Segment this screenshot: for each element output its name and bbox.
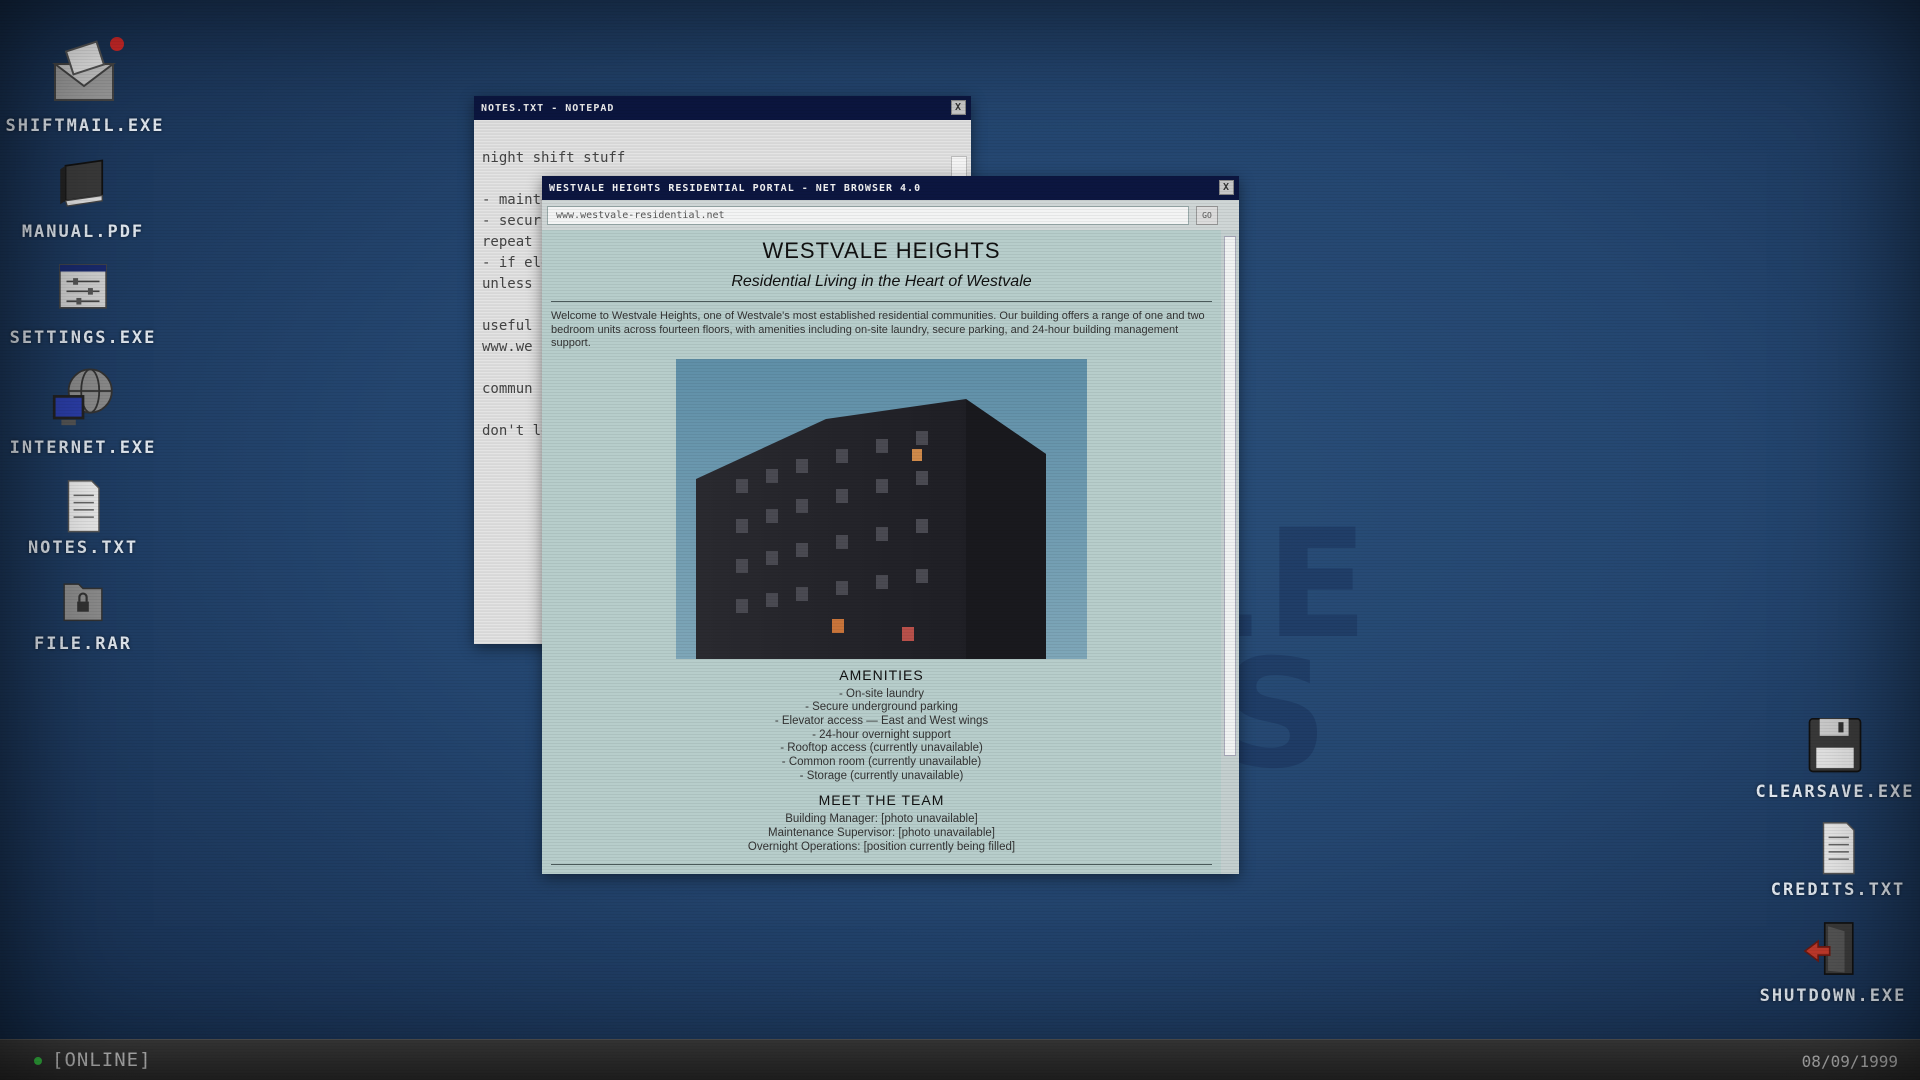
notepad-title: NOTES.TXT - NOTEPAD [481, 102, 615, 114]
divider [551, 863, 1212, 865]
list-item: - Storage (currently unavailable) [799, 769, 964, 782]
desktop-icon-label: CLEARSAVE.EXE [1755, 782, 1915, 802]
browser-close-button[interactable]: X [1219, 180, 1234, 195]
building-photo [676, 358, 1087, 659]
notepad-line: night shift stuff [482, 150, 626, 166]
notification-dot [110, 37, 124, 51]
url-input[interactable]: www.westvale-residential.net [547, 206, 1189, 225]
browser-scrollbar[interactable] [1221, 230, 1239, 874]
divider [551, 301, 1212, 302]
amenities-heading: AMENITIES [839, 666, 924, 683]
intro-paragraph: Welcome to Westvale Heights, one of West… [551, 310, 1205, 349]
desktop-icon-file-rar[interactable]: FILE.RAR [0, 574, 168, 654]
locked-folder-icon [63, 583, 103, 622]
desktop-icon-internet[interactable]: INTERNET.EXE [0, 364, 168, 458]
desktop-icon-label: MANUAL.PDF [21, 222, 145, 242]
site-subtitle: Residential Living in the Heart of Westv… [731, 273, 1032, 290]
desktop-icon-credits[interactable]: CREDITS.TXT [1753, 820, 1920, 900]
list-item: - Rooftop access (currently unavailable) [780, 742, 983, 755]
taskbar: [ONLINE] 08/09/1999 [0, 1039, 1920, 1080]
list-item: Maintenance Supervisor: [photo unavailab… [768, 827, 995, 840]
book-icon [60, 159, 104, 207]
globe-computer-icon [52, 368, 113, 426]
scrollbar-thumb[interactable] [1224, 236, 1236, 756]
desktop-icon-label: FILE.RAR [34, 634, 132, 654]
list-item: - Secure underground parking [805, 701, 958, 714]
connection-status: [ONLINE] [52, 1049, 152, 1071]
mail-icon [52, 37, 124, 101]
team-list: Building Manager: [photo unavailable] Ma… [542, 813, 1221, 854]
document-icon [67, 480, 100, 533]
desktop-icon-label: SHIFTMAIL.EXE [5, 116, 165, 136]
list-item: - Common room (currently unavailable) [781, 756, 982, 769]
amenities-list: - On-site laundry - Secure underground p… [542, 688, 1221, 784]
desktop-icon-shiftmail[interactable]: SHIFTMAIL.EXE [0, 34, 170, 136]
system-date: 08/09/1999 [1801, 1052, 1898, 1071]
notepad-titlebar[interactable]: NOTES.TXT - NOTEPAD X [474, 96, 971, 120]
exit-door-icon [1803, 922, 1854, 975]
browser-title: WESTVALE HEIGHTS RESIDENTIAL PORTAL - NE… [549, 182, 922, 194]
desktop-icon-manual[interactable]: MANUAL.PDF [0, 150, 168, 242]
desktop-icon-label: SHUTDOWN.EXE [1759, 986, 1907, 1006]
desktop-icon-settings[interactable]: SETTINGS.EXE [0, 260, 168, 348]
settings-icon [59, 264, 107, 309]
desktop-icon-notes[interactable]: NOTES.TXT [0, 478, 168, 558]
list-item: - Elevator access — East and West wings [774, 714, 989, 727]
list-item: - 24-hour overnight support [812, 728, 951, 741]
list-item: Building Manager: [photo unavailable] [785, 813, 978, 826]
web-page: WESTVALE HEIGHTS Residential Living in t… [542, 230, 1221, 874]
floppy-icon [1808, 717, 1862, 773]
desktop-icon-label: SETTINGS.EXE [9, 328, 157, 348]
team-heading: MEET THE TEAM [818, 792, 945, 809]
address-bar: www.westvale-residential.net GO [542, 200, 1239, 230]
online-status-dot [34, 1057, 42, 1065]
document-icon [1822, 822, 1855, 875]
desktop-icon-label: NOTES.TXT [27, 538, 139, 558]
desktop-icon-clearsave[interactable]: CLEARSAVE.EXE [1750, 712, 1920, 802]
list-item: - On-site laundry [838, 687, 924, 700]
list-item: Overnight Operations: [position currentl… [747, 840, 1016, 853]
desktop-icon-shutdown[interactable]: SHUTDOWN.EXE [1748, 918, 1918, 1006]
go-button[interactable]: GO [1196, 206, 1218, 225]
browser-window[interactable]: WESTVALE HEIGHTS RESIDENTIAL PORTAL - NE… [542, 176, 1239, 874]
browser-titlebar[interactable]: WESTVALE HEIGHTS RESIDENTIAL PORTAL - NE… [542, 176, 1239, 200]
desktop-icon-label: CREDITS.TXT [1770, 880, 1906, 900]
notepad-close-button[interactable]: X [951, 100, 966, 115]
desktop-icon-label: INTERNET.EXE [9, 438, 157, 458]
site-title: WESTVALE HEIGHTS [762, 238, 1001, 263]
